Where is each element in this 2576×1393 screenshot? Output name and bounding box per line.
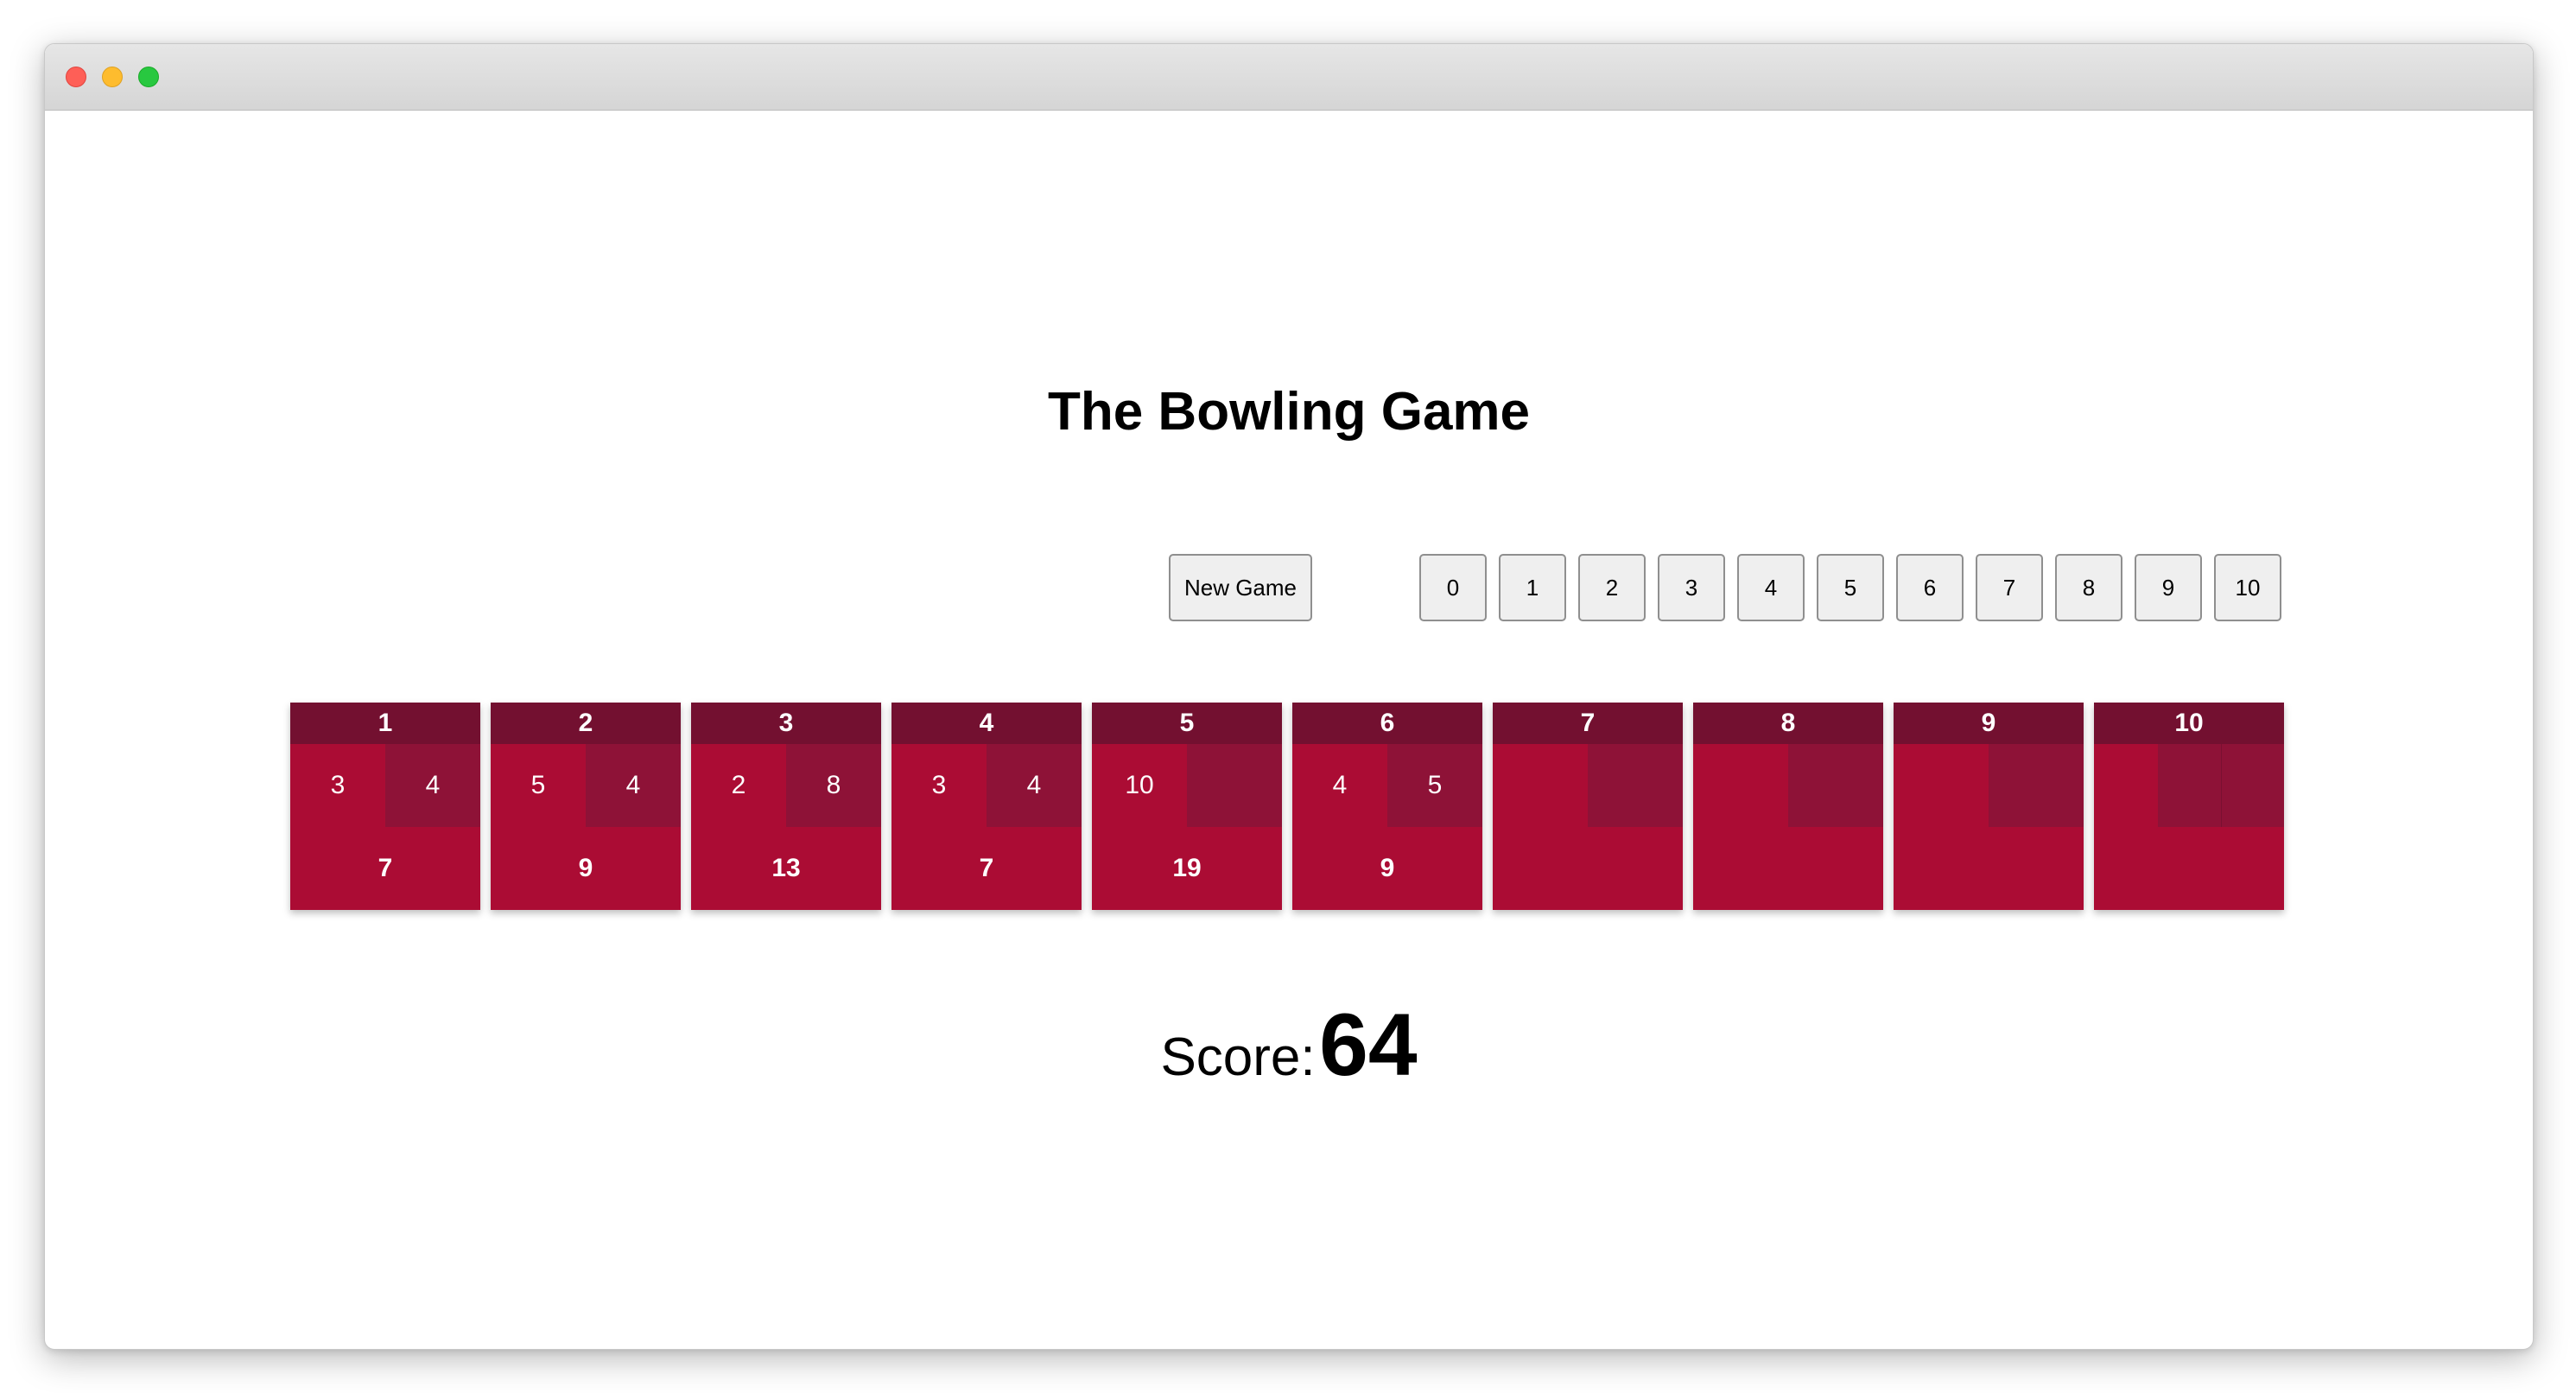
- frame-roll-1: 4: [1332, 771, 1348, 799]
- score-label: Score:: [1160, 1027, 1316, 1087]
- frame-4: 4 3 4 7: [891, 703, 1082, 910]
- pin-button-1[interactable]: 1: [1499, 554, 1566, 621]
- frame-total: 7: [378, 854, 393, 882]
- close-window-button[interactable]: [66, 67, 86, 87]
- frame-roll-1: [2094, 744, 2158, 827]
- pin-button-0[interactable]: 0: [1419, 554, 1487, 621]
- frame-total: 9: [578, 854, 593, 882]
- frame-roll-1: 2: [731, 771, 746, 799]
- pin-button-3[interactable]: 3: [1658, 554, 1725, 621]
- frame-roll-1: 5: [530, 771, 546, 799]
- pin-button-2[interactable]: 2: [1578, 554, 1646, 621]
- frame-roll-3: [2221, 744, 2284, 827]
- zoom-window-button[interactable]: [138, 67, 159, 87]
- pin-button-10[interactable]: 10: [2214, 554, 2281, 621]
- frame-total: 9: [1380, 854, 1395, 882]
- frame-total: 13: [771, 854, 801, 882]
- frame-5: 5 10 19: [1092, 703, 1282, 910]
- frame-number: 5: [1092, 703, 1282, 744]
- frame-number: 1: [290, 703, 480, 744]
- frame-roll-2: [1989, 744, 2084, 827]
- frame-roll-2: 4: [385, 744, 480, 827]
- frame-3: 3 2 8 13: [691, 703, 881, 910]
- frame-8: 8: [1693, 703, 1883, 910]
- frame-roll-2: 8: [786, 744, 881, 827]
- frame-roll-1: 10: [1125, 771, 1154, 799]
- frame-number: 10: [2094, 703, 2284, 744]
- browser-window: The Bowling Game New Game 0 1 2 3 4 5 6 …: [44, 43, 2534, 1350]
- frame-roll-2: [1187, 744, 1282, 827]
- pin-button-4[interactable]: 4: [1737, 554, 1805, 621]
- frame-number: 8: [1693, 703, 1883, 744]
- frame-total: 19: [1172, 854, 1202, 882]
- new-game-button[interactable]: New Game: [1169, 554, 1312, 621]
- frame-9: 9: [1894, 703, 2084, 910]
- frame-number: 2: [491, 703, 681, 744]
- pin-button-9[interactable]: 9: [2135, 554, 2202, 621]
- frame-roll-1: [1693, 744, 1788, 827]
- frame-roll-2: 5: [1387, 744, 1482, 827]
- minimize-window-button[interactable]: [102, 67, 123, 87]
- frame-6: 6 4 5 9: [1292, 703, 1482, 910]
- score-value: 64: [1319, 995, 1418, 1094]
- frame-roll-2: [1588, 744, 1683, 827]
- frame-total: 7: [979, 854, 994, 882]
- frame-number: 4: [891, 703, 1082, 744]
- frame-total: [1894, 827, 2084, 910]
- frame-roll-1: 3: [931, 771, 947, 799]
- frame-2: 2 5 4 9: [491, 703, 681, 910]
- frame-number: 3: [691, 703, 881, 744]
- frame-roll-2: [2158, 744, 2222, 827]
- frame-1: 1 3 4 7: [290, 703, 480, 910]
- pin-button-8[interactable]: 8: [2055, 554, 2122, 621]
- pin-button-5[interactable]: 5: [1817, 554, 1884, 621]
- frame-10: 10: [2094, 703, 2284, 910]
- frame-total: [2094, 827, 2284, 910]
- frame-total: [1693, 827, 1883, 910]
- pin-button-7[interactable]: 7: [1976, 554, 2043, 621]
- score-display: Score: 64: [45, 995, 2533, 1096]
- frame-number: 7: [1493, 703, 1683, 744]
- frame-roll-1: 3: [330, 771, 346, 799]
- frame-roll-2: [1788, 744, 1883, 827]
- frame-roll-2: 4: [987, 744, 1082, 827]
- frame-roll-1: [1493, 744, 1588, 827]
- frame-number: 9: [1894, 703, 2084, 744]
- frame-number: 6: [1292, 703, 1482, 744]
- window-titlebar: [45, 44, 2533, 111]
- frame-roll-1: [1894, 744, 1989, 827]
- frame-roll-2: 4: [586, 744, 681, 827]
- frame-7: 7: [1493, 703, 1683, 910]
- page-title: The Bowling Game: [1047, 382, 1531, 442]
- frame-total: [1493, 827, 1683, 910]
- pin-button-6[interactable]: 6: [1896, 554, 1964, 621]
